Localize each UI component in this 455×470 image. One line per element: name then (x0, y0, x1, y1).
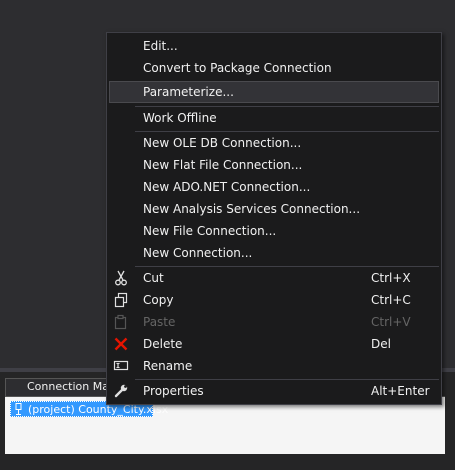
paste-icon (113, 314, 129, 330)
menu-item-label: New Analysis Services Connection... (143, 202, 361, 216)
menu-item-label: Delete (143, 337, 183, 351)
menu-item-new-connection[interactable]: New Connection... (109, 242, 439, 264)
menu-item-parameterize[interactable]: Parameterize... (109, 81, 439, 103)
shortcut-label: Ctrl+V (371, 315, 411, 329)
shortcut-label: Alt+Enter (371, 384, 430, 398)
menu-item-label: Rename (143, 359, 193, 373)
menu-item-label: Copy (143, 293, 174, 307)
menu-item-label: Parameterize... (143, 85, 234, 99)
shortcut-label: Ctrl+C (371, 293, 411, 307)
delete-x-icon (113, 336, 129, 352)
shortcut-label: Ctrl+X (371, 271, 411, 285)
menu-item-rename[interactable]: Rename (109, 355, 439, 377)
shortcut-label: Del (371, 337, 391, 351)
copy-icon (113, 292, 129, 308)
menu-item-label: New Connection... (143, 246, 253, 260)
menu-item-new-analysis-services-connection[interactable]: New Analysis Services Connection... (109, 198, 439, 220)
menu-item-new-oledb-connection[interactable]: New OLE DB Connection... (109, 132, 439, 154)
menu-item-label: New File Connection... (143, 224, 277, 238)
menu-item-label: Work Offline (143, 111, 217, 125)
menu-item-edit[interactable]: Edit... (109, 35, 439, 57)
menu-item-label: Cut (143, 271, 164, 285)
scissors-icon (113, 270, 129, 286)
menu-item-new-file-connection[interactable]: New File Connection... (109, 220, 439, 242)
excel-connection-icon (13, 403, 25, 415)
menu-item-copy[interactable]: Copy Ctrl+C (109, 289, 439, 311)
menu-item-label: New OLE DB Connection... (143, 136, 302, 150)
menu-item-new-flat-file-connection[interactable]: New Flat File Connection... (109, 154, 439, 176)
menu-item-paste: Paste Ctrl+V (109, 311, 439, 333)
menu-item-work-offline[interactable]: Work Offline (109, 107, 439, 129)
menu-item-label: New Flat File Connection... (143, 158, 303, 172)
menu-item-convert-to-package-connection[interactable]: Convert to Package Connection (109, 57, 439, 79)
menu-item-new-adonet-connection[interactable]: New ADO.NET Connection... (109, 176, 439, 198)
menu-item-label: Convert to Package Connection (143, 61, 332, 75)
menu-item-label: New ADO.NET Connection... (143, 180, 311, 194)
menu-item-cut[interactable]: Cut Ctrl+X (109, 267, 439, 289)
menu-item-label: Paste (143, 315, 176, 329)
menu-item-label: Edit... (143, 39, 178, 53)
wrench-icon (113, 383, 129, 399)
menu-item-label: Properties (143, 384, 204, 398)
menu-item-properties[interactable]: Properties Alt+Enter (109, 380, 439, 402)
rename-icon (113, 358, 129, 374)
context-menu: Edit... Convert to Package Connection Pa… (106, 32, 442, 405)
menu-item-delete[interactable]: Delete Del (109, 333, 439, 355)
